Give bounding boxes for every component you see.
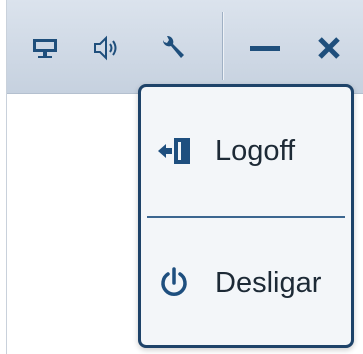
speaker-icon[interactable] xyxy=(87,30,127,66)
wrench-icon[interactable] xyxy=(153,30,193,66)
minimize-icon[interactable] xyxy=(245,30,285,66)
close-icon[interactable] xyxy=(309,30,349,66)
toolbar-separator xyxy=(223,12,224,80)
power-menu: Logoff Desligar xyxy=(138,84,354,348)
logoff-icon xyxy=(155,132,193,170)
menu-divider xyxy=(147,216,345,218)
menu-item-desligar[interactable]: Desligar xyxy=(141,219,351,347)
monitor-icon[interactable] xyxy=(25,30,65,66)
menu-item-label: Desligar xyxy=(215,266,322,299)
toolbar xyxy=(7,0,363,94)
menu-item-logoff[interactable]: Logoff xyxy=(141,87,351,215)
menu-item-label: Logoff xyxy=(215,134,296,167)
power-icon xyxy=(155,264,193,302)
